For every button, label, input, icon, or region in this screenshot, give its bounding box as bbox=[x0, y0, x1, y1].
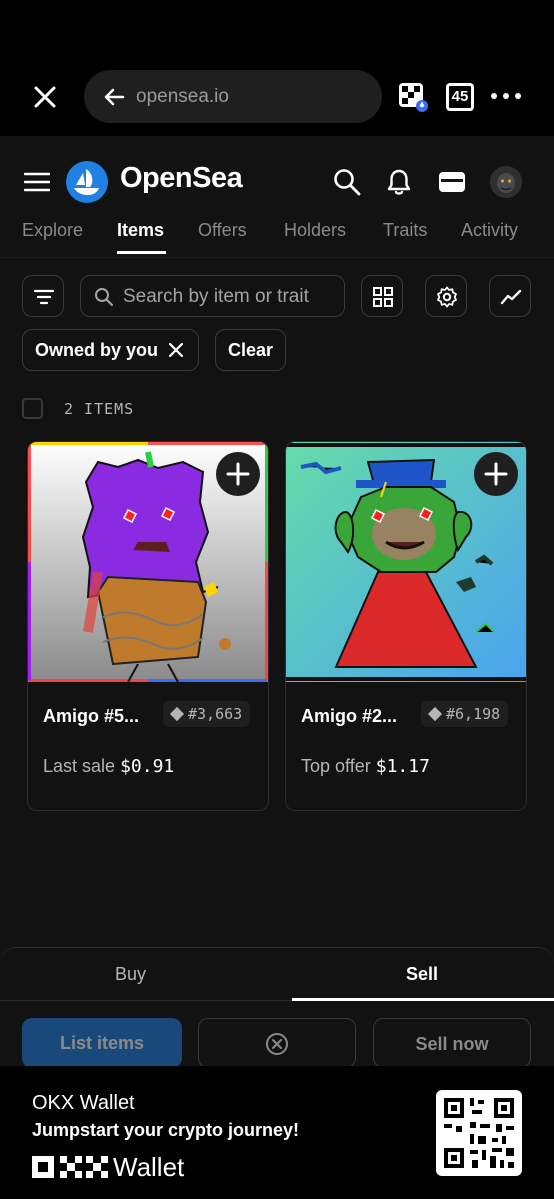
rank-value: #6,198 bbox=[446, 705, 501, 723]
okx-wallet-banner[interactable]: OKX Wallet Jumpstart your crypto journey… bbox=[0, 1066, 554, 1199]
avatar[interactable] bbox=[490, 166, 522, 198]
search-icon[interactable] bbox=[333, 168, 361, 196]
tab-count-button[interactable]: 45 bbox=[446, 83, 474, 111]
tab-buy[interactable]: Buy bbox=[115, 964, 146, 985]
diamond-icon bbox=[169, 706, 185, 722]
wallet-icon[interactable] bbox=[438, 170, 466, 194]
wallet-extension-icon[interactable] bbox=[398, 82, 428, 112]
tab-offers[interactable]: Offers bbox=[198, 220, 247, 241]
gear-icon bbox=[437, 286, 457, 308]
tab-holders[interactable]: Holders bbox=[284, 220, 346, 241]
close-icon[interactable] bbox=[30, 82, 60, 112]
search-icon bbox=[95, 288, 114, 307]
address-bar[interactable]: opensea.io bbox=[84, 70, 382, 123]
price-value: $0.91 bbox=[120, 756, 175, 777]
qr-code bbox=[436, 1090, 522, 1176]
brand-name[interactable]: OpenSea bbox=[120, 162, 243, 195]
rarity-rank: #3,663 bbox=[163, 701, 251, 727]
items-count: 2 ITEMS bbox=[64, 400, 135, 418]
owned-by-you-chip[interactable]: Owned by you bbox=[22, 329, 199, 371]
buy-sell-panel: Buy Sell List items Sell now bbox=[0, 947, 554, 1077]
okx-logo-icon bbox=[32, 1156, 108, 1178]
close-circle-icon bbox=[266, 1033, 288, 1055]
back-arrow-icon[interactable] bbox=[102, 85, 126, 109]
chart-line-icon bbox=[500, 289, 522, 305]
banner-tagline: Jumpstart your crypto journey! bbox=[32, 1120, 300, 1140]
browser-toolbar: opensea.io 45 bbox=[0, 0, 554, 136]
active-tab-indicator bbox=[292, 998, 554, 1001]
rarity-rank: #6,198 bbox=[421, 701, 509, 727]
banner-title: OKX Wallet bbox=[32, 1092, 135, 1114]
grid-view-button[interactable] bbox=[361, 275, 403, 317]
tab-items[interactable]: Items bbox=[117, 220, 164, 241]
chip-label: Owned by you bbox=[35, 340, 159, 360]
close-icon[interactable] bbox=[168, 342, 184, 358]
select-all-checkbox[interactable] bbox=[22, 398, 43, 419]
add-to-cart-button[interactable] bbox=[216, 452, 260, 496]
collection-tabs: Explore Items Offers Holders Traits Acti… bbox=[0, 214, 554, 258]
banner-wallet-word: Wallet bbox=[113, 1152, 185, 1182]
nft-name: Amigo #2... bbox=[301, 706, 398, 726]
nft-card[interactable]: Amigo #5... #3,663 Last sale $0.91 bbox=[27, 441, 269, 811]
clear-filters-button[interactable]: Clear bbox=[215, 329, 286, 371]
menu-icon[interactable] bbox=[24, 172, 50, 192]
grid-icon bbox=[373, 287, 393, 307]
filter-button[interactable] bbox=[22, 275, 64, 317]
tab-explore[interactable]: Explore bbox=[22, 220, 83, 241]
notifications-bell-icon[interactable] bbox=[386, 168, 412, 196]
nft-card[interactable]: Amigo #2... #6,198 Top offer $1.17 bbox=[285, 441, 527, 811]
filter-icon bbox=[33, 289, 55, 305]
rank-value: #3,663 bbox=[188, 705, 243, 723]
search-placeholder: Search by item or trait bbox=[123, 286, 309, 307]
active-tab-indicator bbox=[117, 251, 166, 254]
nft-price: Last sale $0.91 bbox=[43, 756, 174, 777]
analytics-button[interactable] bbox=[489, 275, 531, 317]
nft-name: Amigo #5... bbox=[43, 706, 140, 726]
add-to-cart-button[interactable] bbox=[474, 452, 518, 496]
settings-button[interactable] bbox=[425, 275, 467, 317]
list-items-button[interactable]: List items bbox=[22, 1018, 182, 1068]
opensea-logo-icon[interactable] bbox=[66, 161, 108, 203]
more-options-icon[interactable] bbox=[490, 84, 522, 108]
cancel-button[interactable] bbox=[198, 1018, 356, 1068]
sell-now-button[interactable]: Sell now bbox=[373, 1018, 531, 1068]
plus-icon bbox=[484, 462, 508, 486]
price-value: $1.17 bbox=[375, 756, 430, 777]
nft-price: Top offer $1.17 bbox=[301, 756, 430, 777]
tab-sell[interactable]: Sell bbox=[406, 964, 438, 985]
search-input[interactable]: Search by item or trait bbox=[80, 275, 345, 317]
opensea-page: OpenSea Explore Items Offers Holders Tra… bbox=[0, 136, 554, 966]
tab-traits[interactable]: Traits bbox=[383, 220, 427, 241]
diamond-icon bbox=[427, 706, 443, 722]
url-text: opensea.io bbox=[136, 86, 229, 107]
plus-icon bbox=[226, 462, 250, 486]
price-label: Last sale bbox=[43, 756, 116, 776]
tab-activity[interactable]: Activity bbox=[461, 220, 518, 241]
divider bbox=[0, 1000, 292, 1001]
price-label: Top offer bbox=[301, 756, 371, 776]
